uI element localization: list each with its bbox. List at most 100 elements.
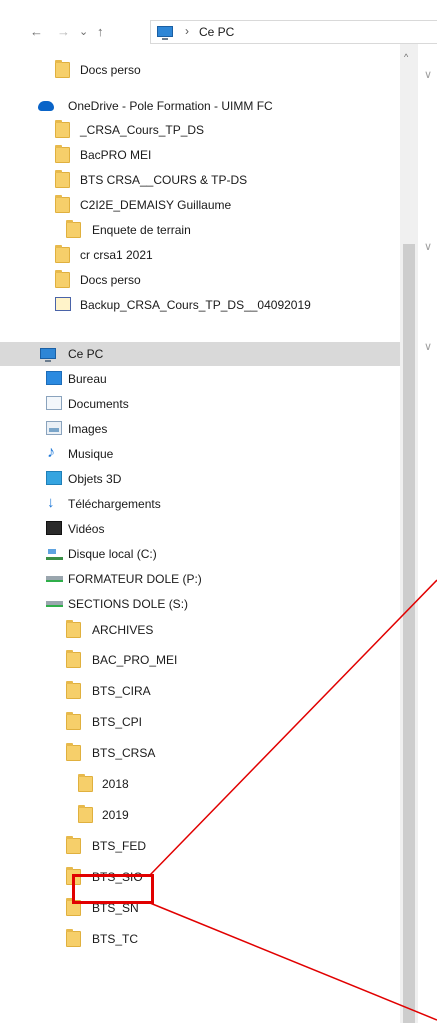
tree-item-label: _CRSA_Cours_TP_DS [80,123,205,137]
folder-icon [55,195,70,213]
tree-item-backup[interactable]: Backup_CRSA_Cours_TP_DS__04092019 [0,293,400,317]
tree-item-label: cr crsa1 2021 [80,248,153,262]
tree-item-label: Backup_CRSA_Cours_TP_DS__04092019 [80,298,311,312]
tree-item-archives[interactable]: ARCHIVES [0,618,400,642]
folder-icon [55,170,70,188]
tree-item-label: BAC_PRO_MEI [92,653,178,667]
tree-item-formateur-dole[interactable]: FORMATEUR DOLE (P:) [0,567,400,591]
recent-locations-chevron-icon[interactable]: ⌄ [79,24,88,40]
tree-item-bac-pro-mei[interactable]: BAC_PRO_MEI [0,648,400,672]
tree-item-bts-crsa-cours[interactable]: BTS CRSA__COURS & TP-DS [0,168,400,192]
tree-item-enquete-de-terrain[interactable]: Enquete de terrain [0,218,400,242]
folder-icon [66,681,81,699]
music-icon: ♪ [47,444,55,461]
downloads-icon: ↓ [47,494,55,511]
tree-item-label: FORMATEUR DOLE (P:) [68,572,202,586]
tree-item-label: BTS_CRSA [92,746,156,760]
forward-arrow-icon[interactable]: → [57,24,70,40]
group-expand-chevron-icon[interactable]: ∨ [424,240,432,253]
address-bar: ← → ⌄ ↑ › Ce PC [0,0,437,44]
tree-item-label: Documents [68,397,129,411]
tree-item-bts-sio[interactable]: BTS_SIO [0,865,400,889]
tree-item-telechargements[interactable]: ↓ Téléchargements [0,492,400,516]
tree-item-bts-crsa[interactable]: BTS_CRSA [0,741,400,765]
backup-file-icon [55,297,71,311]
tree-item-images[interactable]: Images [0,417,400,441]
group-expand-chevron-icon[interactable]: ∨ [424,68,432,81]
videos-icon [46,521,62,535]
tree-item-bts-cpi[interactable]: BTS_CPI [0,710,400,734]
folder-icon [78,805,93,823]
tree-item-label: Images [68,422,108,436]
tree-item-label: Vidéos [68,522,105,536]
network-drive-icon [46,571,63,582]
scroll-up-arrow-icon[interactable]: ^ [404,52,408,62]
folder-icon [66,712,81,730]
folder-icon [66,220,81,238]
tree-item-bts-cira[interactable]: BTS_CIRA [0,679,400,703]
tree-item-bureau[interactable]: Bureau [0,367,400,391]
computer-icon [40,348,56,362]
tree-item-documents[interactable]: Documents [0,392,400,416]
tree-item-label: BTS_FED [92,839,147,853]
back-arrow-icon[interactable]: ← [30,24,43,40]
folder-icon [55,270,70,288]
tree-item-2018[interactable]: 2018 [0,772,400,796]
tree-item-bts-sn[interactable]: BTS_SN [0,896,400,920]
tree-item-label: Docs perso [80,273,141,287]
folder-icon [55,60,70,78]
tree-item-label: BTS_TC [92,932,139,946]
tree-item-disque-local[interactable]: Disque local (C:) [0,542,400,566]
tree-item-label: BTS CRSA__COURS & TP-DS [80,173,248,187]
local-disk-icon [46,546,63,560]
tree-item-label: BTS_CIRA [92,684,151,698]
tree-item-2019[interactable]: 2019 [0,803,400,827]
folder-icon [55,120,70,138]
tree-item-label: C2I2E_DEMAISY Guillaume [80,198,232,212]
tree-item-label: 2019 [102,808,129,822]
tree-item-label: Musique [68,447,114,461]
tree-item-label: Objets 3D [68,472,122,486]
tree-item-sections-dole[interactable]: SECTIONS DOLE (S:) [0,592,400,616]
tree-item-videos[interactable]: Vidéos [0,517,400,541]
tree-item-objets-3d[interactable]: Objets 3D [0,467,400,491]
tree-item-ce-pc[interactable]: Ce PC [0,342,400,366]
tree-item-label: BTS_CPI [92,715,143,729]
tree-item-bacpro-mei[interactable]: BacPRO MEI [0,143,400,167]
tree-item-label: Téléchargements [68,497,161,511]
folder-icon [66,929,81,947]
tree-item-label: ARCHIVES [92,623,154,637]
tree-item-label: 2018 [102,777,129,791]
tree-item-cr-crsa1-2021[interactable]: cr crsa1 2021 [0,243,400,267]
computer-icon [157,26,173,40]
tree-item-crsa-cours[interactable]: _CRSA_Cours_TP_DS [0,118,400,142]
up-arrow-icon[interactable]: ↑ [97,24,104,40]
tree-item-bts-fed[interactable]: BTS_FED [0,834,400,858]
address-field[interactable]: › Ce PC [150,20,437,44]
scrollbar-thumb[interactable] [403,244,415,1023]
navigation-scrollbar[interactable]: ^ [400,44,418,1023]
tree-item-label: Disque local (C:) [68,547,157,561]
tree-item-label: BacPRO MEI [80,148,152,162]
tree-item-onedrive[interactable]: OneDrive - Pole Formation - UIMM FC [0,94,400,118]
onedrive-cloud-icon [38,98,54,111]
folder-icon [66,836,81,854]
folder-icon [55,145,70,163]
folder-icon [66,620,81,638]
annotation-highlight-box [72,874,154,904]
tree-item-bts-tc[interactable]: BTS_TC [0,927,400,951]
folder-icon [55,245,70,263]
tree-item-docs-perso-2[interactable]: Docs perso [0,268,400,292]
tree-item-c2i2e[interactable]: C2I2E_DEMAISY Guillaume [0,193,400,217]
network-drive-icon [46,596,63,607]
breadcrumb-ce-pc[interactable]: Ce PC [199,25,234,39]
tree-item-label: OneDrive - Pole Formation - UIMM FC [68,99,273,113]
desktop-icon [46,371,62,385]
group-expand-chevron-icon[interactable]: ∨ [424,340,432,353]
breadcrumb-separator-icon: › [185,24,189,38]
navigation-pane: Docs perso OneDrive - Pole Formation - U… [0,44,400,1023]
tree-item-docs-perso[interactable]: Docs perso [0,58,400,82]
tree-item-musique[interactable]: ♪ Musique [0,442,400,466]
tree-item-label: SECTIONS DOLE (S:) [68,597,189,611]
documents-icon [46,396,62,410]
